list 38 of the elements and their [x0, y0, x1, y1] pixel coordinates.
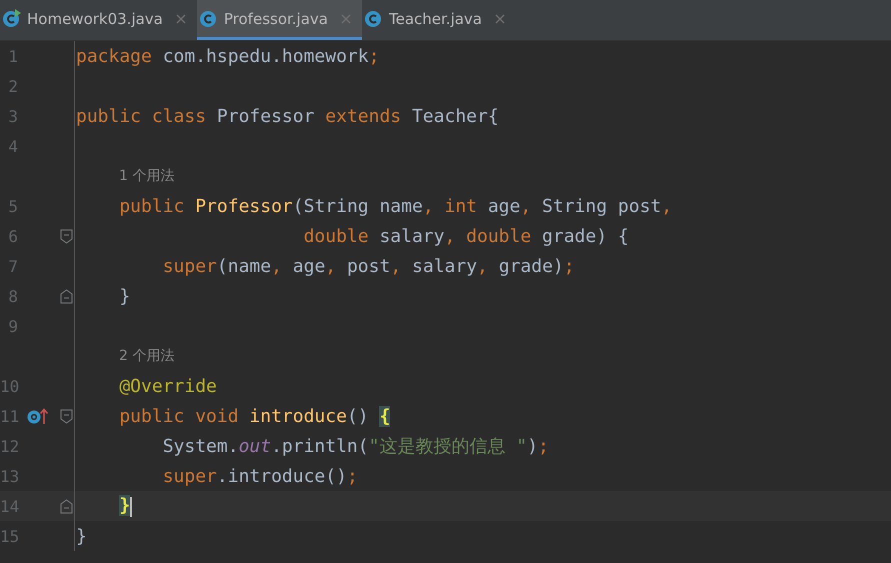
code-line: } — [75, 526, 87, 546]
line-number: 5 — [7, 196, 18, 216]
file-tab[interactable]: Professor.java — [196, 0, 362, 40]
code-line: @Override — [118, 376, 217, 396]
fold-marker-icon[interactable] — [60, 408, 72, 424]
code-line: super(name, age, post, salary, grade); — [162, 256, 575, 276]
fold-marker-icon[interactable] — [60, 498, 72, 514]
code-line: super.introduce(); — [162, 466, 358, 486]
code-line: System.out.println("这是教授的信息 "); — [162, 435, 549, 458]
file-tab[interactable]: Homework03.java — [0, 0, 197, 40]
line-number: 1 — [7, 46, 18, 66]
code-line: } — [118, 286, 130, 306]
code-line: public class Professor extends Teacher{ — [75, 106, 499, 126]
usage-hint[interactable]: 2 个用法 — [119, 347, 174, 365]
fold-marker-icon[interactable] — [60, 288, 72, 304]
file-tab[interactable]: Teacher.java — [362, 0, 516, 40]
line-number: 15 — [0, 526, 18, 546]
line-number: 10 — [0, 376, 18, 396]
code-line: public void introduce() { — [118, 406, 390, 426]
code-line: double salary, double grade) { — [302, 226, 629, 246]
fold-marker-icon[interactable] — [60, 228, 72, 244]
line-number: 8 — [7, 286, 18, 306]
line-number: 11 — [0, 406, 18, 426]
line-number: 3 — [7, 106, 18, 126]
usage-hint[interactable]: 1 个用法 — [119, 167, 174, 185]
line-number: 7 — [7, 256, 18, 276]
line-number: 13 — [0, 466, 18, 486]
line-number: 6 — [7, 226, 18, 246]
code-line: package com.hspedu.homework; — [75, 46, 380, 66]
close-icon[interactable] — [174, 12, 187, 24]
text-caret — [130, 496, 132, 517]
line-number: 9 — [7, 316, 18, 336]
line-number: 12 — [0, 436, 18, 456]
code-line: public Professor(String name, int age, String post, — [118, 196, 672, 216]
close-icon[interactable] — [494, 12, 506, 24]
line-number: 2 — [7, 76, 18, 96]
override-method-icon[interactable] — [27, 407, 49, 425]
line-number: 4 — [7, 136, 18, 156]
